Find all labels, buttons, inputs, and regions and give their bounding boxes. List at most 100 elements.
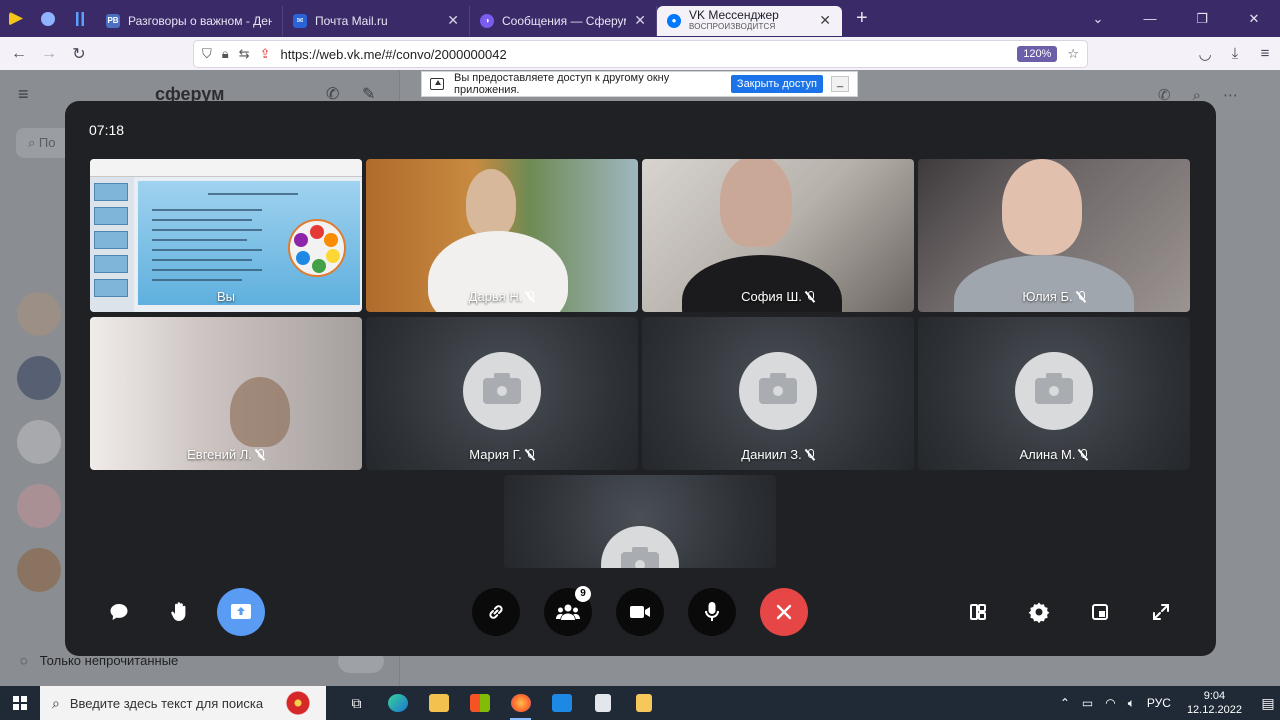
close-icon[interactable]: ✕: [447, 12, 459, 29]
petal: [326, 249, 340, 263]
mail-icon: [551, 694, 572, 712]
more-icon[interactable]: ⋯: [1223, 87, 1260, 104]
edge-app[interactable]: [377, 686, 418, 720]
firefox-icon: [510, 694, 531, 712]
back-button[interactable]: ←: [4, 45, 34, 63]
chart-icon: [73, 11, 87, 26]
bookmark-star-icon[interactable]: ☆: [1067, 46, 1079, 62]
notes-app[interactable]: [623, 686, 664, 720]
pinned-tab-1[interactable]: [0, 0, 32, 37]
participant-tile[interactable]: Юлия Б.: [918, 159, 1190, 312]
logo-square: [13, 704, 19, 710]
close-icon[interactable]: ✕: [819, 12, 831, 29]
battery-icon[interactable]: ▭: [1082, 696, 1093, 710]
slide-thumbnail: [94, 231, 128, 249]
globe-icon: [41, 11, 55, 26]
camera-off-icon: [1015, 351, 1093, 430]
slide-text-line: [152, 209, 262, 211]
settings-button[interactable]: [1015, 588, 1063, 636]
word-app[interactable]: [582, 686, 623, 720]
minimize-button[interactable]: —: [1124, 11, 1176, 26]
language-indicator[interactable]: РУС: [1147, 696, 1171, 710]
screen-share-button[interactable]: [217, 588, 265, 636]
notifications-icon[interactable]: ▤: [1256, 695, 1280, 712]
layout-button[interactable]: [954, 588, 1002, 636]
slide-text-line: [152, 249, 262, 251]
start-button[interactable]: [0, 686, 40, 720]
pinned-tab-2[interactable]: [32, 0, 64, 37]
participant-tile[interactable]: Мария Г.: [366, 317, 638, 470]
participant-tile[interactable]: София Ш.: [642, 159, 914, 312]
volume-icon[interactable]: 🔈︎: [1128, 696, 1135, 711]
invite-link-button[interactable]: [472, 588, 520, 636]
slide-thumbnail: [94, 183, 128, 201]
participant-tile[interactable]: Евгений Л.: [90, 317, 362, 470]
stop-sharing-button[interactable]: Закрыть доступ: [730, 75, 823, 93]
participant-video: [466, 169, 516, 237]
raise-hand-button[interactable]: [156, 588, 204, 636]
chevron-down-icon[interactable]: ⌄: [1072, 11, 1124, 27]
participant-tile[interactable]: Дарья Н.: [366, 159, 638, 312]
mail-app[interactable]: [541, 686, 582, 720]
lock-icon[interactable]: 🔒︎: [222, 46, 229, 62]
camera-toggle-button[interactable]: [616, 588, 664, 636]
avatar[interactable]: [17, 420, 61, 464]
forward-button[interactable]: →: [34, 45, 64, 63]
tab-vk-messenger[interactable]: ● VK Мессенджер ВОСПРОИЗВОДИТСЯ ✕: [657, 5, 842, 36]
participant-name-label: Евгений Л.: [90, 447, 362, 462]
tab-mail[interactable]: ✉ Почта Mail.ru ✕: [283, 5, 470, 36]
wifi-icon[interactable]: ◠: [1105, 696, 1115, 710]
system-tray: ⌃ ▭ ◠ 🔈︎ РУС 9:04 12.12.2022 ▤: [1054, 686, 1280, 720]
folder-icon: [428, 694, 449, 712]
avatar[interactable]: [17, 484, 61, 528]
participant-tile[interactable]: [504, 475, 776, 568]
presentation-toolbar: [90, 159, 362, 177]
taskbar-clock[interactable]: 9:04 12.12.2022: [1187, 689, 1242, 717]
store-app[interactable]: [459, 686, 500, 720]
shield-icon[interactable]: ⛉: [202, 46, 212, 62]
avatar[interactable]: [17, 292, 61, 336]
screen-share-indicator-icon[interactable]: ⇪: [260, 46, 271, 62]
video-call-window: 07:18 Вы Дарья Н. София Ш. Юлия Б. Евген…: [65, 101, 1216, 656]
microphone-toggle-button[interactable]: [688, 588, 736, 636]
tab-sferum[interactable]: ◑ Сообщения — Сферум ✕: [470, 5, 657, 36]
pocket-icon[interactable]: ◡: [1190, 45, 1220, 63]
url-text[interactable]: https://web.vk.me/#/convo/2000000042: [281, 47, 1018, 62]
fullscreen-button[interactable]: [1137, 588, 1185, 636]
avatar[interactable]: [17, 548, 61, 592]
task-view-button[interactable]: ⧉: [336, 686, 377, 720]
explorer-app[interactable]: [418, 686, 459, 720]
petal: [294, 233, 308, 247]
camera-off-icon: [739, 351, 817, 430]
minimize-notice-button[interactable]: _: [831, 76, 849, 92]
participant-name-label: Вы: [90, 289, 362, 304]
petal: [310, 225, 324, 239]
hamburger-icon[interactable]: ≡: [18, 84, 29, 105]
participant-tile[interactable]: Даниил З.: [642, 317, 914, 470]
task-view-icon: ⧉: [351, 694, 362, 711]
participant-tile[interactable]: Алина М.: [918, 317, 1190, 470]
restore-button[interactable]: ❐: [1176, 11, 1228, 27]
firefox-app[interactable]: [500, 686, 541, 720]
zoom-level-badge[interactable]: 120%: [1017, 46, 1058, 62]
pinned-tab-3[interactable]: [64, 0, 96, 37]
close-icon[interactable]: ✕: [634, 12, 646, 29]
participants-button[interactable]: 9: [544, 586, 592, 636]
reload-button[interactable]: ↻: [64, 44, 94, 64]
chat-button[interactable]: [95, 588, 143, 636]
participant-tile-self[interactable]: Вы: [90, 159, 362, 312]
mic-off-icon: [525, 448, 535, 461]
download-icon[interactable]: ⤓: [1220, 45, 1250, 62]
taskbar-search[interactable]: ⌕ Введите здесь текст для поиска: [40, 686, 326, 720]
menu-icon[interactable]: ≡: [1250, 45, 1280, 62]
tab-razgovory[interactable]: РВ Разговоры о важном - День К: [96, 5, 283, 36]
avatar[interactable]: [17, 356, 61, 400]
participant-name-label: Алина М.: [918, 447, 1190, 462]
picture-in-picture-button[interactable]: [1076, 588, 1124, 636]
new-tab-button[interactable]: +: [856, 7, 868, 30]
permissions-icon[interactable]: ⇆: [239, 46, 250, 62]
close-window-button[interactable]: ✕: [1228, 11, 1280, 27]
address-bar[interactable]: ⛉ 🔒︎ ⇆ ⇪ https://web.vk.me/#/convo/20000…: [194, 41, 1087, 67]
end-call-button[interactable]: [760, 588, 808, 636]
chevron-up-icon[interactable]: ⌃: [1060, 696, 1070, 710]
